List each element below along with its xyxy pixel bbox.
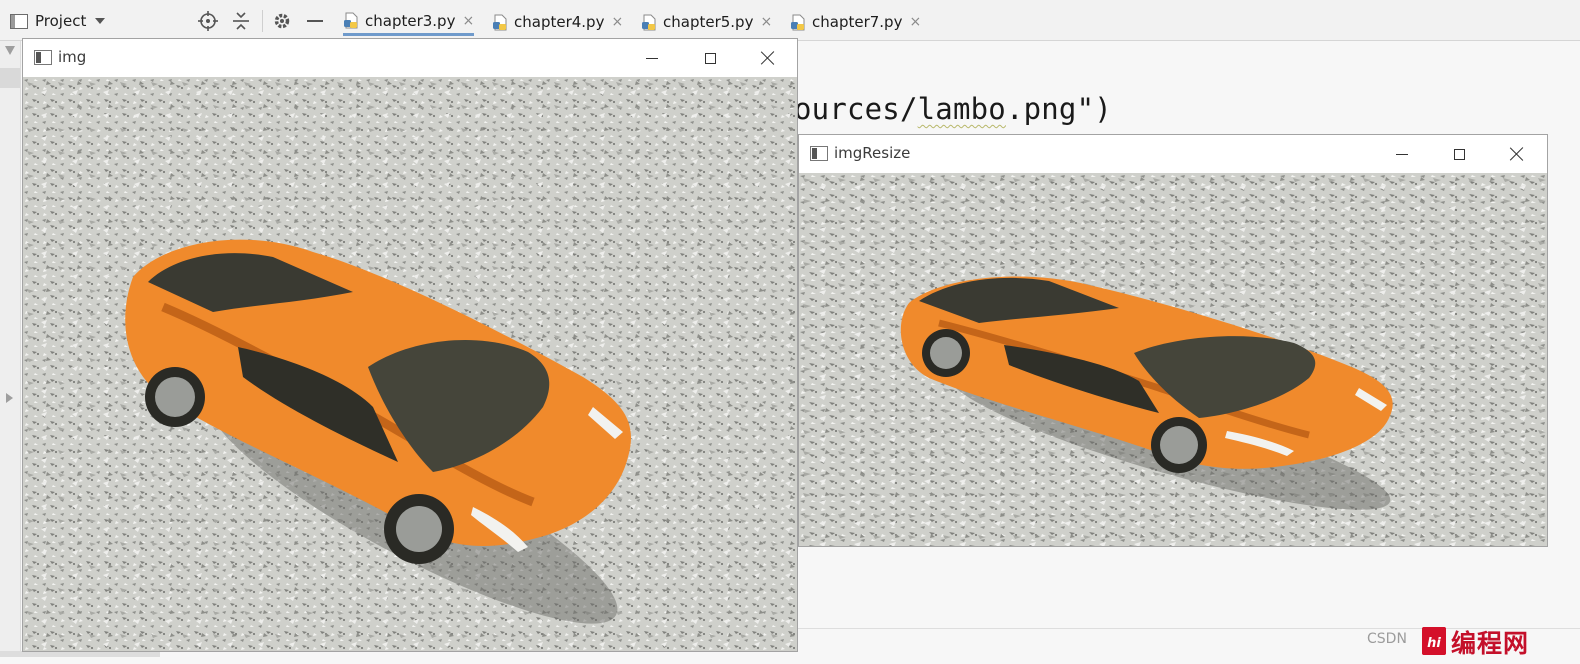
close-icon[interactable]: × <box>909 14 921 30</box>
tab-label: chapter7.py <box>812 13 903 31</box>
minimize-button[interactable] <box>637 43 667 73</box>
tab-label: chapter5.py <box>663 13 754 31</box>
close-icon[interactable]: × <box>462 13 474 29</box>
project-tool-strip[interactable] <box>0 41 21 656</box>
code-line[interactable]: ources/lambo.png") <box>794 92 1112 126</box>
expand-down-icon[interactable] <box>5 46 15 55</box>
tab-label: chapter3.py <box>365 11 456 30</box>
python-file-icon <box>791 14 805 30</box>
tab-chapter3[interactable]: chapter3.py × <box>343 8 475 36</box>
expand-right-icon[interactable] <box>6 393 13 403</box>
window-app-icon <box>34 50 52 65</box>
minimize-icon <box>1396 153 1408 155</box>
code-text: .png") <box>1005 92 1112 126</box>
tab-label: chapter4.py <box>514 13 605 31</box>
img-window[interactable]: img <box>22 38 798 652</box>
window-titlebar[interactable]: imgResize <box>799 135 1547 173</box>
locate-target-icon[interactable] <box>198 11 218 31</box>
maximize-icon <box>1453 148 1465 160</box>
python-file-icon <box>493 14 507 30</box>
python-file-icon <box>642 14 656 30</box>
car-image-resized <box>799 173 1547 546</box>
close-button[interactable] <box>1502 139 1532 169</box>
collapse-all-icon[interactable] <box>231 11 251 31</box>
tab-chapter4[interactable]: chapter4.py × <box>492 8 623 36</box>
project-label: Project <box>35 12 87 30</box>
svg-text:hi: hi <box>1427 636 1441 651</box>
window-title: imgResize <box>834 144 911 162</box>
code-text: ources/ <box>794 92 918 126</box>
maximize-icon <box>704 52 716 64</box>
python-file-icon <box>344 12 358 29</box>
window-titlebar[interactable]: img <box>23 39 797 77</box>
tab-chapter7[interactable]: chapter7.py × <box>790 8 921 36</box>
window-title: img <box>58 48 87 66</box>
img-resize-window[interactable]: imgResize <box>798 134 1548 547</box>
close-icon <box>761 51 775 65</box>
minimize-icon <box>646 57 658 59</box>
close-button[interactable] <box>753 43 783 73</box>
tab-chapter5[interactable]: chapter5.py × <box>641 8 772 36</box>
gear-icon[interactable] <box>272 11 292 31</box>
close-icon[interactable]: × <box>611 14 623 30</box>
maximize-button[interactable] <box>1444 139 1474 169</box>
maximize-button[interactable] <box>695 43 725 73</box>
site-name-watermark: 编程网 <box>1451 629 1530 658</box>
close-icon <box>1510 147 1524 161</box>
image-canvas[interactable] <box>799 173 1547 546</box>
tool-strip-selection <box>0 68 20 88</box>
car-image <box>23 77 797 651</box>
chevron-down-icon <box>95 18 106 24</box>
project-pane-icon <box>10 13 28 29</box>
site-logo-icon: hi <box>1422 627 1446 655</box>
close-icon[interactable]: × <box>760 14 772 30</box>
window-app-icon <box>810 146 828 161</box>
minimize-button[interactable] <box>1387 139 1417 169</box>
image-canvas[interactable] <box>23 77 797 651</box>
hide-panel-icon[interactable] <box>305 11 325 31</box>
ide-toolbar: Project chapter3.py × chapter4.py × chap… <box>0 0 1580 41</box>
toolbar-separator <box>262 10 263 32</box>
code-text-warning: lambo <box>917 92 1006 126</box>
project-view-selector[interactable]: Project <box>10 10 106 32</box>
csdn-watermark: CSDN <box>1367 631 1407 647</box>
